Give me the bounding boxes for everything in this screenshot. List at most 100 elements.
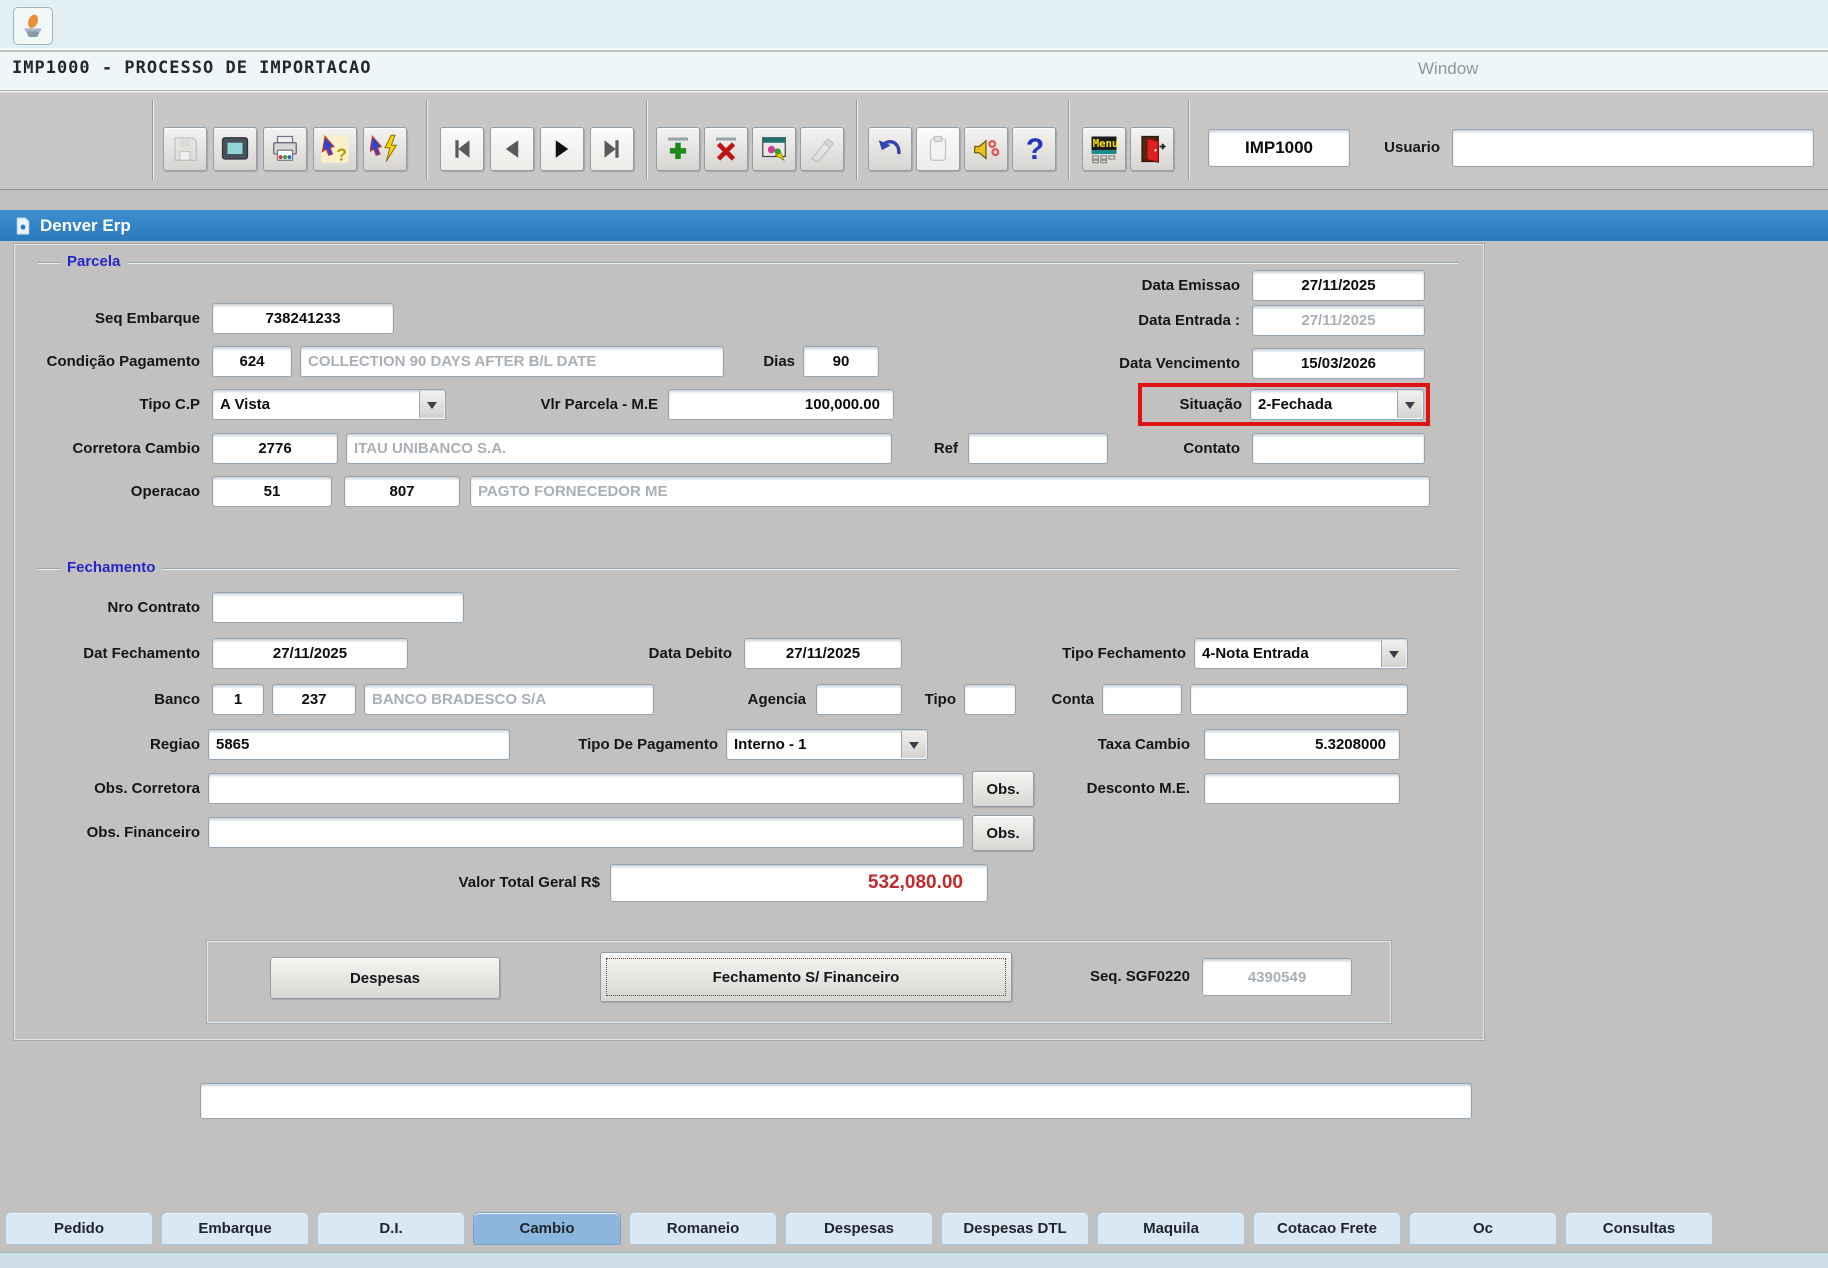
tipo-conta-label: Tipo (924, 691, 956, 708)
menu-window[interactable]: Window (1418, 59, 1478, 79)
tipo-pagamento-combobox[interactable]: Interno - 1 (726, 729, 928, 760)
obs-financeiro-button[interactable]: Obs. (972, 815, 1034, 851)
svg-text:Menu: Menu (1093, 137, 1119, 150)
nav-last-button[interactable] (590, 127, 634, 171)
tab-di[interactable]: D.I. (317, 1212, 465, 1245)
usuario-input[interactable] (1452, 129, 1814, 167)
seq-sgf-field: 4390549 (1202, 958, 1352, 996)
tipo-cp-combobox[interactable]: A Vista (212, 389, 446, 420)
situacao-combobox[interactable]: 2-Fechada (1250, 389, 1424, 420)
tab-cotacao-frete[interactable]: Cotacao Frete (1253, 1212, 1401, 1245)
nav-previous-button[interactable] (490, 127, 534, 171)
paste-icon (929, 135, 947, 161)
data-debito-label: Data Debito (648, 645, 732, 662)
vlr-parcela-field[interactable]: 100,000.00 (668, 389, 894, 420)
tab-cambio[interactable]: Cambio (473, 1212, 621, 1245)
tipo-conta-field[interactable] (964, 684, 1016, 715)
svg-text:?: ? (336, 144, 347, 164)
menu-icon: Menu (1091, 136, 1119, 164)
parcela-group-border (38, 262, 1458, 264)
insert-record-button[interactable] (656, 127, 700, 171)
tab-consultas[interactable]: Consultas (1565, 1212, 1713, 1245)
print-button[interactable] (263, 127, 307, 171)
situacao-value: 2-Fechada (1258, 396, 1333, 413)
clear-record-button[interactable] (800, 127, 844, 171)
nro-contrato-label: Nro Contrato (107, 599, 201, 616)
window-title-row: IMP1000 - PROCESSO DE IMPORTACAO Window (0, 52, 1828, 91)
contato-field[interactable] (1252, 433, 1425, 464)
save-icon (174, 137, 197, 161)
obs-financeiro-field[interactable] (208, 817, 964, 848)
data-emissao-field[interactable]: 27/11/2025 (1252, 270, 1425, 301)
dat-fechamento-field[interactable]: 27/11/2025 (212, 638, 408, 669)
enter-query-button[interactable]: ? (313, 127, 357, 171)
obs-corretora-button[interactable]: Obs. (972, 771, 1034, 807)
undo-icon (878, 139, 901, 155)
tab-pedido[interactable]: Pedido (5, 1212, 153, 1245)
taxa-cambio-field[interactable]: 5.3208000 (1204, 729, 1400, 760)
regiao-field[interactable]: 5865 (208, 729, 510, 760)
conta-field-1[interactable] (1102, 684, 1182, 715)
toolbar-separator (646, 100, 648, 180)
desconto-me-label: Desconto M.E. (1086, 780, 1190, 797)
help-button[interactable]: ? (1012, 127, 1056, 171)
paste-button[interactable] (916, 127, 960, 171)
list-of-values-button[interactable] (752, 127, 796, 171)
banco-code1-field[interactable]: 1 (212, 684, 264, 715)
menu-button[interactable]: Menu (1082, 127, 1126, 171)
alert-icon (974, 139, 1000, 160)
desconto-me-field[interactable] (1204, 773, 1400, 804)
status-strip (0, 1252, 1828, 1268)
insert-record-icon (668, 137, 688, 159)
agencia-field[interactable] (816, 684, 902, 715)
execute-query-button[interactable] (363, 127, 407, 171)
seq-embarque-field[interactable]: 738241233 (212, 303, 394, 334)
chevron-down-icon[interactable] (419, 391, 444, 418)
parcela-group-label: Parcela (60, 252, 128, 272)
conta-field-2[interactable] (1190, 684, 1408, 715)
save-button[interactable] (163, 127, 207, 171)
corretora-cambio-code-field[interactable]: 2776 (212, 433, 338, 464)
chevron-down-icon[interactable] (901, 731, 926, 758)
tab-embarque[interactable]: Embarque (161, 1212, 309, 1245)
tab-despesas[interactable]: Despesas (785, 1212, 933, 1245)
delete-record-button[interactable] (704, 127, 748, 171)
alert-button[interactable] (964, 127, 1008, 171)
denver-erp-icon (16, 217, 30, 234)
footer-note-field[interactable] (200, 1083, 1472, 1119)
tab-oc[interactable]: Oc (1409, 1212, 1557, 1245)
tab-romaneio[interactable]: Romaneio (629, 1212, 777, 1245)
exit-button[interactable] (1130, 127, 1174, 171)
ref-label: Ref (933, 440, 958, 457)
tipo-pagamento-label: Tipo De Pagamento (578, 736, 718, 753)
module-code-field[interactable]: IMP1000 (1208, 129, 1350, 167)
operacao-code1-field[interactable]: 51 (212, 476, 332, 507)
despesas-button[interactable]: Despesas (270, 957, 500, 999)
clear-record-icon (811, 138, 835, 163)
undo-button[interactable] (868, 127, 912, 171)
data-debito-field[interactable]: 27/11/2025 (744, 638, 902, 669)
data-vencimento-field[interactable]: 15/03/2026 (1252, 348, 1425, 379)
nav-first-button[interactable] (440, 127, 484, 171)
obs-financeiro-label: Obs. Financeiro (86, 824, 200, 841)
nro-contrato-field[interactable] (212, 592, 464, 623)
ref-field[interactable] (968, 433, 1108, 464)
nav-first-icon (455, 140, 470, 158)
application-window: IMP1000 - PROCESSO DE IMPORTACAO Window (0, 0, 1828, 1268)
screen-button[interactable] (213, 127, 257, 171)
chevron-down-icon[interactable] (1397, 391, 1422, 418)
condicao-pagamento-label: Condição Pagamento (46, 353, 200, 370)
operacao-code2-field[interactable]: 807 (344, 476, 460, 507)
banco-code2-field[interactable]: 237 (272, 684, 356, 715)
tab-despesas-dtl[interactable]: Despesas DTL (941, 1212, 1089, 1245)
obs-corretora-field[interactable] (208, 773, 964, 804)
tab-maquila[interactable]: Maquila (1097, 1212, 1245, 1245)
condicao-pagamento-code-field[interactable]: 624 (212, 346, 292, 377)
tipo-fechamento-combobox[interactable]: 4-Nota Entrada (1194, 638, 1408, 669)
app-icon-button[interactable] (13, 7, 53, 45)
dias-field[interactable]: 90 (803, 346, 879, 377)
nav-next-button[interactable] (540, 127, 584, 171)
fechamento-financeiro-button[interactable]: Fechamento S/ Financeiro (600, 952, 1012, 1002)
help-icon: ? (1026, 134, 1044, 164)
chevron-down-icon[interactable] (1381, 640, 1406, 667)
